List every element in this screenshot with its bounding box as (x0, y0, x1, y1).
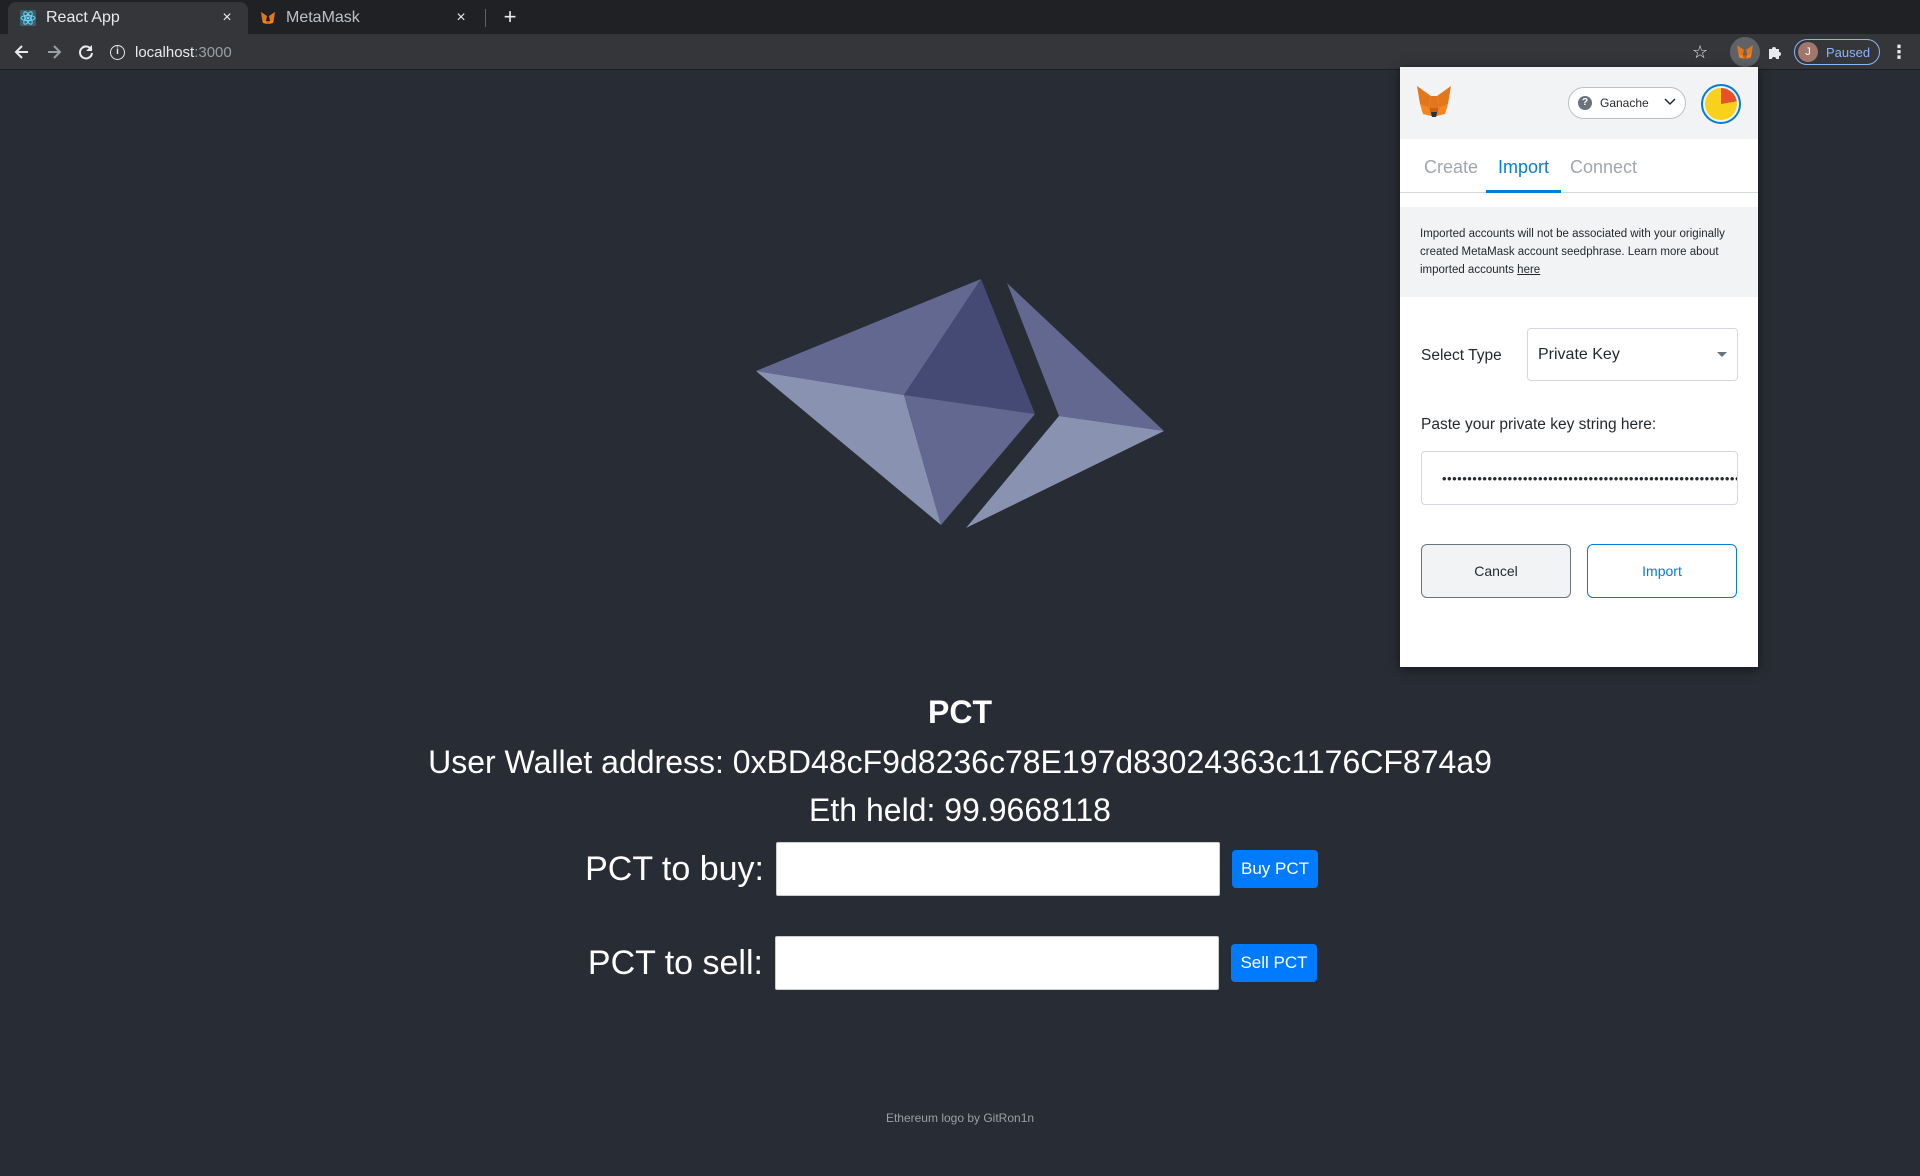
url-port: :3000 (194, 43, 232, 61)
react-icon (20, 10, 36, 26)
reload-icon[interactable] (74, 40, 98, 64)
browser-menu-icon[interactable]: ⋮ (1890, 34, 1908, 70)
import-tabs: Create Import Connect (1400, 139, 1758, 193)
identicon (1705, 88, 1737, 120)
browser-tab-strip: React App × MetaMask × + (0, 0, 1920, 34)
forward-arrow-icon[interactable] (42, 40, 66, 64)
tab-connect[interactable]: Connect (1558, 139, 1649, 193)
tab-react-app[interactable]: React App × (8, 2, 248, 34)
sell-amount-input[interactable] (775, 936, 1219, 990)
metamask-fox-icon (260, 10, 276, 26)
ethereum-logo (756, 279, 1164, 528)
wallet-address: User Wallet address: 0xBD48cF9d8236c78E1… (428, 744, 1492, 780)
select-type-label: Select Type (1421, 347, 1502, 364)
site-info-icon[interactable]: i (110, 44, 125, 60)
tab-metamask[interactable]: MetaMask × (248, 2, 482, 34)
buy-row: PCT to buy: Buy PCT (0, 842, 1920, 896)
profile-button[interactable]: J Paused (1794, 39, 1881, 65)
tab-import[interactable]: Import (1486, 139, 1562, 193)
back-arrow-icon[interactable] (10, 40, 34, 64)
learn-more-link[interactable]: here (1517, 264, 1540, 276)
avatar: J (1798, 42, 1818, 62)
sell-row: PCT to sell: Sell PCT (0, 936, 1920, 990)
import-button[interactable]: Import (1587, 544, 1737, 598)
tab-title: MetaMask (286, 9, 360, 26)
close-icon[interactable]: × (218, 9, 236, 27)
logo-credit: Ethereum logo by GitRon1n (885, 1111, 1035, 1125)
eth-balance: Eth held: 99.9668118 (809, 792, 1111, 828)
tab-create[interactable]: Create (1412, 139, 1490, 193)
select-type-dropdown[interactable]: Private Key (1527, 328, 1738, 381)
private-key-label: Paste your private key string here: (1421, 416, 1657, 433)
private-key-input[interactable]: ••••••••••••••••••••••••••••••••••••••••… (1421, 451, 1738, 505)
token-name: PCT (928, 694, 992, 730)
cancel-button[interactable]: Cancel (1421, 544, 1571, 598)
url-host: localhost (135, 43, 195, 61)
bookmark-star-icon[interactable]: ☆ (1692, 34, 1708, 70)
close-icon[interactable]: × (452, 9, 470, 27)
tab-title: React App (46, 9, 120, 26)
buy-pct-button[interactable]: Buy PCT (1232, 850, 1318, 888)
metamask-extension-icon[interactable] (1730, 37, 1760, 67)
buy-label: PCT to buy: (585, 850, 764, 888)
buy-amount-input[interactable] (776, 842, 1220, 896)
network-selector[interactable]: ? Ganache (1568, 87, 1686, 119)
caret-down-icon (1717, 352, 1727, 357)
select-type-value: Private Key (1538, 345, 1620, 363)
import-notice: Imported accounts will not be associated… (1400, 207, 1758, 297)
help-icon: ? (1578, 96, 1592, 110)
account-avatar[interactable] (1701, 84, 1741, 124)
extensions-puzzle-icon[interactable] (1767, 34, 1783, 70)
tab-separator (485, 9, 486, 27)
metamask-fox-icon (1417, 86, 1451, 117)
address-bar[interactable]: i localhost :3000 (110, 37, 232, 67)
sell-label: PCT to sell: (587, 944, 763, 982)
notice-text: Imported accounts will not be associated… (1420, 228, 1725, 276)
metamask-popup: ? Ganache Create Import Connect Imported… (1400, 67, 1758, 667)
metamask-header: ? Ganache (1400, 67, 1758, 139)
new-tab-button[interactable]: + (496, 4, 524, 32)
network-name: Ganache (1600, 96, 1649, 110)
chevron-down-icon (1664, 97, 1676, 109)
profile-status: Paused (1826, 44, 1871, 60)
browser-toolbar: i localhost :3000 ☆ J Paused ⋮ (0, 34, 1920, 70)
sell-pct-button[interactable]: Sell PCT (1231, 944, 1317, 982)
